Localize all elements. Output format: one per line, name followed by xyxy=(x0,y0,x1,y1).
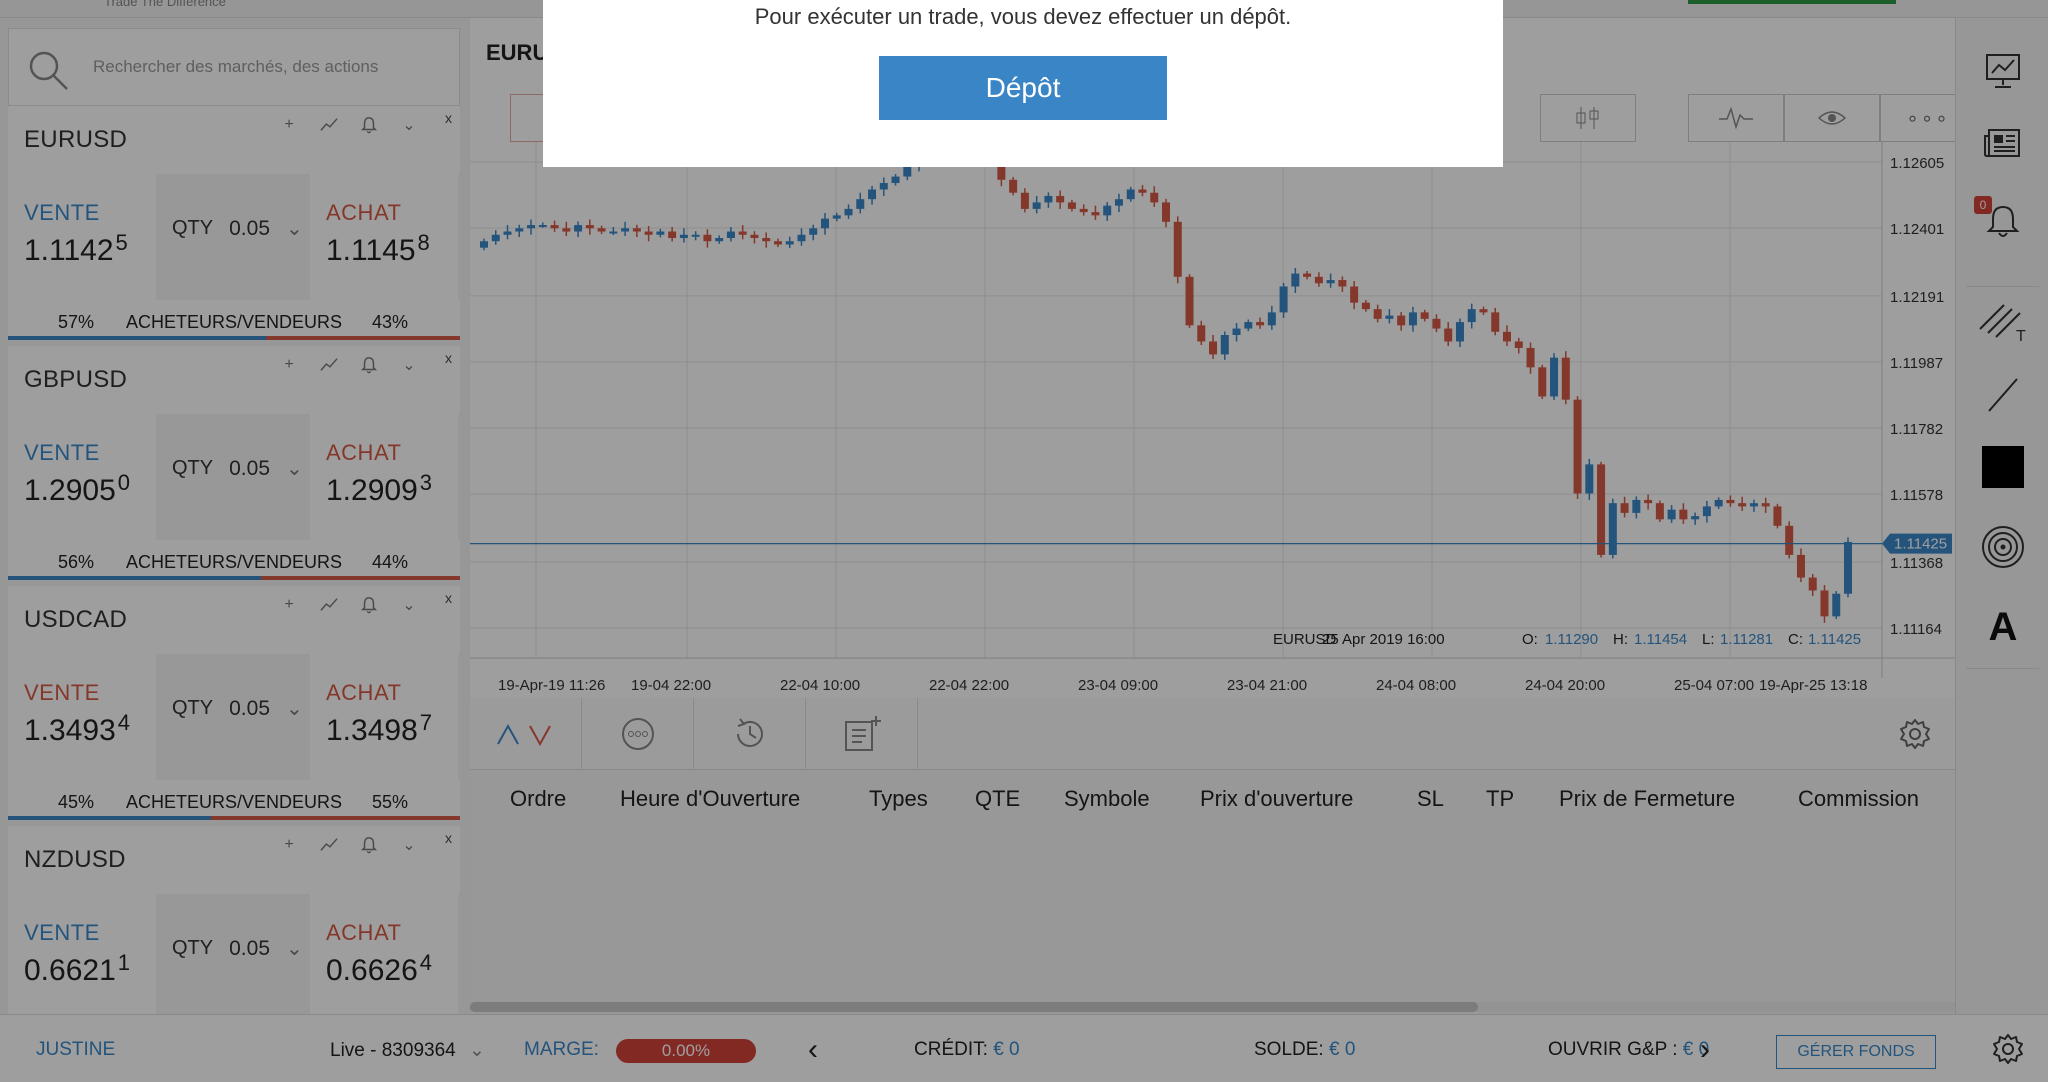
modal-message: Pour exécuter un trade, vous devez effec… xyxy=(754,4,1292,29)
trading-app: Trade The Difference EURUSD + ⌄ x xyxy=(0,0,2048,1082)
deposit-button[interactable]: Dépôt xyxy=(879,56,1167,120)
deposit-modal: Pour exécuter un trade, vous devez effec… xyxy=(543,0,1503,167)
